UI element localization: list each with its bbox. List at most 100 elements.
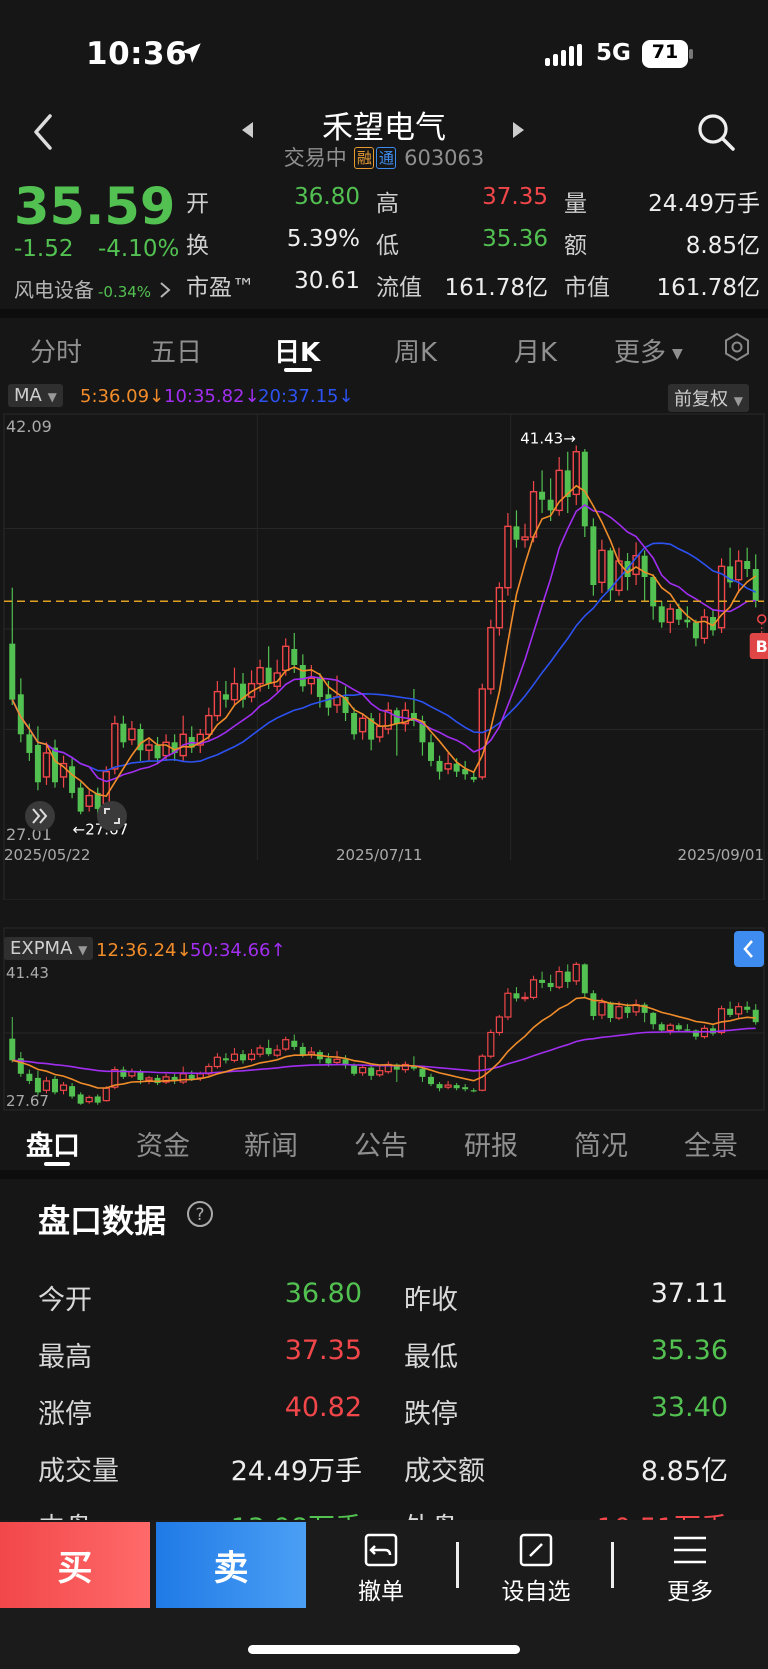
period-tab[interactable]: 更多 ▼ <box>614 332 683 369</box>
candle-body <box>666 608 674 624</box>
chart-settings-icon[interactable] <box>722 332 752 362</box>
cancel-order-button[interactable]: 撤单 <box>331 1532 431 1606</box>
candle-body <box>102 1087 110 1102</box>
quote-label: 流值 <box>376 275 422 301</box>
ma5-legend: 5:36.09↓ <box>80 386 165 407</box>
period-tab[interactable]: 日K <box>274 332 320 369</box>
next-stock-arrow-icon[interactable] <box>512 120 526 140</box>
battery-icon: 71 <box>642 40 694 68</box>
back-chevron-icon[interactable] <box>30 112 58 152</box>
ma-indicator-selector[interactable]: MA ▼ <box>8 384 63 407</box>
expma-chip-label: EXPMA <box>10 938 73 959</box>
quote-value: 161.78亿 <box>444 275 548 301</box>
period-tab[interactable]: 分时 <box>30 332 82 369</box>
candle-body <box>179 1073 187 1083</box>
battery-level: 71 <box>651 41 679 63</box>
active-tab-underline <box>284 368 312 372</box>
candle-body <box>529 491 538 538</box>
candle-body <box>26 734 33 753</box>
candle-body <box>692 622 699 639</box>
candle-body <box>590 526 597 586</box>
expma-indicator-selector[interactable]: EXPMA ▼ <box>4 937 94 960</box>
industry-link[interactable]: 风电设备 -0.34% <box>14 274 171 303</box>
sell-button[interactable]: 卖 <box>156 1522 306 1608</box>
more-menu-button[interactable]: 更多 <box>640 1532 740 1606</box>
period-tab[interactable]: 周K <box>394 332 437 369</box>
period-tab-label: 月K <box>514 338 558 368</box>
home-indicator <box>248 1645 520 1654</box>
more-menu-label: 更多 <box>667 1579 713 1605</box>
candle-body <box>291 648 298 665</box>
candle-body <box>42 1080 51 1091</box>
period-tab[interactable]: 五日 <box>150 332 202 369</box>
collapse-panel-button[interactable] <box>734 931 764 967</box>
ma20-legend: 20:37.15↓ <box>258 386 354 407</box>
kline-chart[interactable]: 42.0927.0141.43→←27.672025/05/22 2025/07/… <box>0 410 768 900</box>
period-tab-label: 日K <box>274 338 321 368</box>
detail-tab[interactable]: 盘口 <box>26 1124 80 1163</box>
detail-tab[interactable]: 新闻 <box>244 1124 298 1163</box>
candle-body <box>462 1087 469 1090</box>
table-value: 36.80 <box>284 1278 362 1309</box>
x-mid-label: 2025/07/11 <box>336 846 422 864</box>
candle-body <box>282 1039 290 1050</box>
stock-subtitle: 交易中 融通 603063 <box>220 142 548 172</box>
quote-value: 37.35 <box>482 184 548 210</box>
high-label: 41.43→ <box>520 430 576 448</box>
candle-body <box>436 760 443 772</box>
table-label: 成交额 <box>404 1456 485 1487</box>
stock-name: 禾望电气 <box>322 110 446 146</box>
candle-body <box>120 723 127 743</box>
detail-tab[interactable]: 简况 <box>574 1124 628 1163</box>
detail-tab[interactable]: 研报 <box>464 1124 518 1163</box>
candle-body <box>52 1078 58 1093</box>
detail-tab[interactable]: 全景 <box>684 1124 738 1163</box>
candle-body <box>572 963 580 982</box>
fullscreen-icon[interactable] <box>97 801 127 831</box>
dropdown-triangle-icon: ▼ <box>47 390 57 404</box>
candle-body <box>717 1008 726 1034</box>
add-watchlist-button[interactable]: 设自选 <box>486 1532 586 1606</box>
candle-body <box>700 616 709 640</box>
candle-body <box>650 1012 657 1025</box>
trade-marker-dot <box>756 614 767 624</box>
candle-body <box>513 526 520 540</box>
candle-body <box>273 1049 281 1056</box>
candle-body <box>247 1053 256 1060</box>
table-value: 37.35 <box>284 1335 362 1366</box>
candle-body <box>428 742 434 761</box>
ma10-value: 10:35.82 <box>164 386 245 407</box>
candle-body <box>624 1006 631 1013</box>
candle-body <box>299 664 306 687</box>
buy-button[interactable]: 买 <box>0 1522 150 1608</box>
candle-body <box>487 1031 495 1057</box>
candle-body <box>376 1070 384 1076</box>
table-value: 40.82 <box>284 1392 362 1423</box>
candle-body <box>9 1038 16 1061</box>
detail-tab[interactable]: 公告 <box>354 1124 408 1163</box>
help-icon[interactable]: ? <box>186 1200 214 1228</box>
search-icon[interactable] <box>696 112 736 152</box>
quote-value: 8.85亿 <box>685 233 760 259</box>
candle-body <box>230 1053 239 1061</box>
period-tab[interactable]: 月K <box>514 332 557 369</box>
candle-body <box>734 560 743 581</box>
detail-tab[interactable]: 资金 <box>136 1124 190 1163</box>
candle-body <box>222 694 229 700</box>
candle-body <box>752 1009 759 1023</box>
candle-body <box>470 776 477 780</box>
candle-body <box>325 1058 332 1064</box>
expma50-legend: 50:34.66↑ <box>190 940 286 961</box>
adjust-selector[interactable]: 前复权 ▼ <box>668 384 749 412</box>
table-label: 最低 <box>404 1342 458 1373</box>
candle-body <box>307 677 316 685</box>
candle-body <box>77 1094 84 1104</box>
candle-body <box>282 645 290 672</box>
quote-value: 36.80 <box>294 184 360 210</box>
candle-body <box>102 770 110 805</box>
y-max-label: 42.09 <box>6 417 52 436</box>
candle-body <box>684 619 691 623</box>
candle-body <box>495 1016 503 1034</box>
quote-value: 30.61 <box>294 268 360 294</box>
ma20-value: 20:37.15 <box>258 386 339 407</box>
